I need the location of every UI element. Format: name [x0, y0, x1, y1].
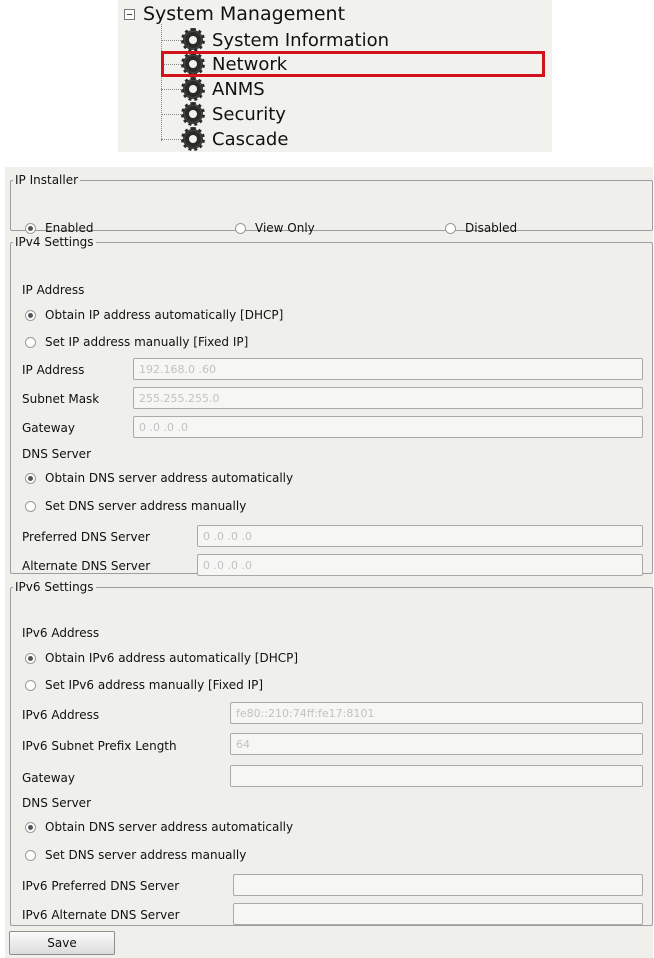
tree-item-label: System Information: [212, 29, 390, 51]
radio-unselected-icon[interactable]: [235, 222, 246, 234]
ipv6-preferred-dns-label: IPv6 Preferred DNS Server: [22, 879, 180, 893]
group-title: IP Installer: [15, 173, 79, 187]
gear-icon: [181, 28, 205, 52]
radio-unselected-icon[interactable]: [25, 849, 36, 861]
gateway-field[interactable]: [133, 416, 643, 438]
gear-icon: [181, 77, 205, 101]
group-title: IPv4 Settings: [15, 235, 94, 249]
network-settings-panel: IP Installer Enabled View Only Disabled …: [5, 167, 653, 958]
radio-ipv6-fixed[interactable]: Set IPv6 address manually [Fixed IP]: [25, 678, 263, 692]
alternate-dns-field[interactable]: [197, 554, 643, 576]
gear-icon: [181, 127, 205, 151]
radio-ipv4-dns-manual[interactable]: Set DNS server address manually: [25, 499, 246, 513]
ipv6-gateway-label: Gateway: [22, 771, 76, 785]
tree-item-security[interactable]: Security: [161, 102, 286, 126]
radio-selected-icon[interactable]: [25, 821, 36, 833]
tree-item-label: ANMS: [212, 78, 265, 100]
radio-selected-icon[interactable]: [25, 309, 36, 321]
preferred-dns-label: Preferred DNS Server: [22, 530, 150, 544]
save-button[interactable]: Save: [9, 931, 115, 955]
tree-item-cascade[interactable]: Cascade: [161, 127, 288, 151]
subnet-mask-field[interactable]: [133, 387, 643, 409]
ipv6-alternate-dns-label: IPv6 Alternate DNS Server: [22, 908, 180, 922]
ipv6-address-label: IPv6 Address: [22, 708, 100, 722]
radio-ipv6-dns-auto[interactable]: Obtain DNS server address automatically: [25, 820, 293, 834]
tree-root-system-management[interactable]: System Management: [124, 2, 345, 26]
radio-installer-enabled[interactable]: Enabled: [25, 221, 94, 235]
radio-installer-disabled[interactable]: Disabled: [445, 221, 517, 235]
radio-unselected-icon[interactable]: [25, 679, 36, 691]
preferred-dns-field[interactable]: [197, 525, 643, 547]
ipv6-preferred-dns-field[interactable]: [233, 874, 643, 896]
tree-item-label: Cascade: [212, 128, 289, 150]
collapse-icon[interactable]: [124, 8, 135, 20]
ipv4-settings-group: IPv4 Settings IP Address Obtain IP addre…: [10, 235, 653, 576]
tree-item-label: Security: [212, 103, 286, 125]
dns-server-heading: DNS Server: [22, 447, 91, 461]
ip-address-heading: IP Address: [22, 283, 85, 297]
ip-installer-group: IP Installer Enabled View Only Disabled: [10, 173, 653, 235]
radio-ipv6-dns-manual[interactable]: Set DNS server address manually: [25, 848, 246, 862]
tree-item-system-information[interactable]: System Information: [161, 28, 389, 52]
radio-ipv4-dns-auto[interactable]: Obtain DNS server address automatically: [25, 471, 293, 485]
ipv6-gateway-field[interactable]: [230, 765, 643, 787]
radio-selected-icon[interactable]: [25, 652, 36, 664]
radio-selected-icon[interactable]: [25, 472, 36, 484]
tree-root-label: System Management: [143, 3, 346, 25]
gateway-label: Gateway: [22, 421, 76, 435]
ip-address-field[interactable]: [133, 358, 643, 380]
ipv6-settings-group: IPv6 Settings IPv6 Address Obtain IPv6 a…: [10, 580, 653, 926]
system-tree: System Management System Information Net…: [118, 0, 552, 152]
ipv6-dns-server-heading: DNS Server: [22, 796, 91, 810]
selection-highlight-box: [161, 51, 545, 77]
gear-icon: [181, 102, 205, 126]
radio-installer-view-only[interactable]: View Only: [235, 221, 315, 235]
group-title: IPv6 Settings: [15, 580, 94, 594]
radio-ipv4-fixed[interactable]: Set IP address manually [Fixed IP]: [25, 335, 248, 349]
alternate-dns-label: Alternate DNS Server: [22, 559, 151, 573]
radio-unselected-icon[interactable]: [25, 500, 36, 512]
radio-ipv6-dhcp[interactable]: Obtain IPv6 address automatically [DHCP]: [25, 651, 298, 665]
ipv6-address-heading: IPv6 Address: [22, 626, 100, 640]
ipv6-alternate-dns-field[interactable]: [233, 903, 643, 925]
radio-unselected-icon[interactable]: [25, 336, 36, 348]
tree-item-anms[interactable]: ANMS: [161, 77, 265, 101]
radio-unselected-icon[interactable]: [445, 222, 456, 234]
ipv6-prefix-length-label: IPv6 Subnet Prefix Length: [22, 739, 177, 753]
radio-selected-icon[interactable]: [25, 222, 36, 234]
ipv6-prefix-length-field[interactable]: [230, 733, 643, 755]
subnet-mask-label: Subnet Mask: [22, 392, 100, 406]
ip-address-label: IP Address: [22, 363, 85, 377]
ipv6-address-field[interactable]: [230, 702, 643, 724]
radio-ipv4-dhcp[interactable]: Obtain IP address automatically [DHCP]: [25, 308, 283, 322]
